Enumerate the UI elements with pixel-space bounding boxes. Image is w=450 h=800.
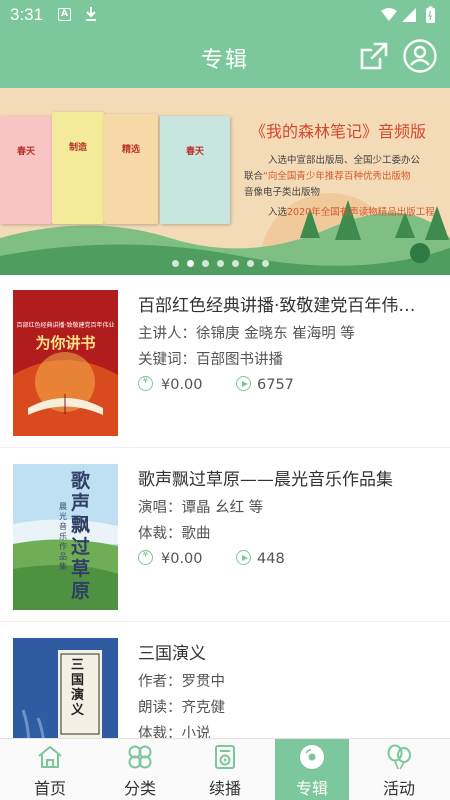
album-title[interactable]: 百部红色经典讲播·致敬建党百年伟… [138,291,438,316]
banner-book-4: 春天 [160,116,230,224]
nav-album[interactable]: 专辑 [275,739,349,800]
album-reader: 朗读：齐克健 [138,700,225,716]
banner-line-2-text: 联合 [244,171,264,182]
banner-line-1-text: 入选中宣部出版局、全国少工委办公 [268,155,421,166]
banner-line-2: 联合“向全国青少年推荐百种优秀出版物 [244,168,410,182]
album-genre: 体裁：小说 [138,726,211,738]
banner-line-1: 入选中宣部出版局、全国少工委办公 [268,152,420,166]
album-meta: ¥0.00 6757 [138,376,294,396]
banner-line-3: 音像电子类出版物 [244,184,320,198]
banner-book-1: 春天 [0,116,52,224]
album-play-count: 448 [257,551,285,567]
banner-line-3-text: 音像电子类出版物 [244,187,321,198]
album-singers: 演唱：谭晶 幺红 等 [138,500,264,516]
bottom-navigation: 首页 分类 续播 专辑 活动 [0,738,450,800]
nav-category[interactable]: 分类 [95,739,185,800]
cover-main-text: 为你讲书 [35,334,96,352]
album-item[interactable]: 歌声飘过草原 晨光音乐作品集 歌声飘过草原——晨光音乐作品集 演唱：谭晶 幺红 … [0,449,450,622]
banner-dot[interactable] [232,260,239,267]
banner-page-indicator [172,252,277,271]
banner-book-4-label: 春天 [185,147,204,157]
album-author: 作者：罗贯中 [138,674,225,690]
category-icon [128,745,152,769]
cover-sub-text: 晨光音乐作品集 [59,502,67,571]
banner-line-4-highlight: 2020年全国有声读物精品出版工程 [287,207,435,218]
banner-line-4: 入选2020年全国有声读物精品出版工程 [268,204,435,218]
banner-dot-active[interactable] [187,260,194,267]
home-icon [38,746,62,768]
nav-album-label: 专辑 [295,779,328,798]
nav-home-label: 首页 [33,779,66,798]
wifi-signal-battery-icon [381,6,435,23]
status-time: 3:31 [10,5,44,24]
banner-line-2-highlight: “向全国青少年推荐百种优秀出版物 [263,171,411,182]
album-cover[interactable]: 百部红色经典讲播·致敬建党百年伟业 为你讲书 [13,290,118,436]
download-icon [84,6,98,26]
album-price: ¥0.00 [161,377,203,393]
cover-top-text: 百部红色经典讲播·致敬建党百年伟业 [16,322,115,329]
album-price: ¥0.00 [161,551,203,567]
notification-a-icon: A [58,8,71,21]
album-cover[interactable]: 歌声飘过草原 晨光音乐作品集 [13,464,118,610]
price-icon [138,550,153,565]
promo-banner[interactable]: 春天 制造 精选 春天 《我的森林笔记》音频版 入选中宣部出版局、全国少工委办公… [0,88,450,275]
album-presenter: 主讲人：徐锦庚 金晓东 崔海明 等 [138,326,355,342]
banner-book-2: 制造 [52,112,104,224]
album-item[interactable]: 百部红色经典讲播·致敬建党百年伟业 为你讲书 百部红色经典讲播·致敬建党百年伟…… [0,275,450,448]
nav-activity[interactable]: 活动 [354,739,444,800]
nav-activity-label: 活动 [382,779,415,798]
album-title[interactable]: 三国演义 [138,639,438,664]
album-list[interactable]: 百部红色经典讲播·致敬建党百年伟业 为你讲书 百部红色经典讲播·致敬建党百年伟…… [0,275,450,738]
share-icon[interactable] [358,40,390,76]
banner-book-3: 精选 [104,114,158,224]
play-count-icon [236,550,251,565]
album-genre: 体裁：歌曲 [138,526,211,542]
banner-book-1-label: 春天 [16,147,35,157]
nav-category-label: 分类 [123,779,156,798]
banner-book-3-label: 精选 [121,145,140,155]
continue-play-icon [215,745,235,769]
album-cover[interactable]: 三国演义 [13,638,118,738]
album-title[interactable]: 歌声飘过草原——晨光音乐作品集 [138,465,438,490]
status-bar: 3:31 A [0,0,450,30]
album-icon [300,745,324,769]
status-icons [380,6,442,28]
nav-continue-play[interactable]: 续播 [180,739,270,800]
cover-main-text: 歌声飘过草原 [71,470,91,602]
cover-main-text: 三国演义 [71,658,85,718]
album-keywords: 关键词：百部图书讲播 [138,352,283,368]
banner-line-4-text: 入选 [268,207,288,218]
banner-title: 《我的森林笔记》音频版 [250,122,427,141]
album-meta: ¥0.00 448 [138,550,285,570]
banner-dot[interactable] [247,260,254,267]
user-profile-icon[interactable] [402,38,438,78]
banner-dot[interactable] [262,260,269,267]
play-count-icon [236,376,251,391]
app-bar: 专辑 [0,30,450,88]
balloon-icon [387,744,411,770]
album-item[interactable]: 三国演义 三国演义 作者：罗贯中 朗读：齐克健 体裁：小说 [0,623,450,738]
nav-continue-play-label: 续播 [208,779,241,798]
price-icon [138,376,153,391]
banner-dot[interactable] [172,260,179,267]
album-play-count: 6757 [257,377,294,393]
banner-dot[interactable] [202,260,209,267]
banner-book-2-label: 制造 [68,143,87,153]
banner-dot[interactable] [217,260,224,267]
nav-home[interactable]: 首页 [5,739,95,800]
